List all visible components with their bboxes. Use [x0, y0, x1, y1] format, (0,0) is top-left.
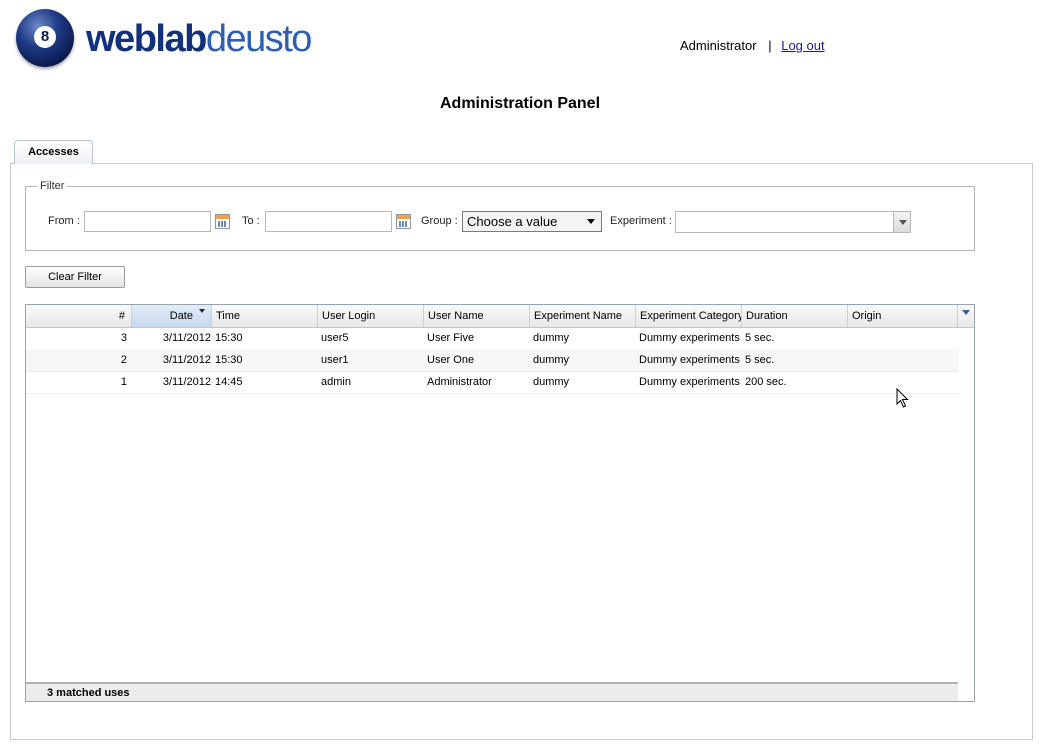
current-user: Administrator	[680, 38, 757, 53]
cell-time: 14:45	[215, 376, 243, 388]
experiment-combobox[interactable]	[675, 211, 911, 233]
cell-origin	[848, 349, 958, 371]
user-separator: |	[768, 38, 772, 53]
mouse-pointer-icon	[896, 388, 909, 408]
logo-ball-icon: 8	[16, 9, 74, 67]
cell-number: 3	[120, 332, 127, 344]
cell-duration: 5 sec.	[745, 332, 775, 344]
cell-date: 3/11/2012	[162, 376, 211, 388]
chevron-down-icon	[587, 219, 595, 224]
column-header-user-name[interactable]: User Name	[424, 305, 530, 327]
cell-user-name: Administrator	[427, 376, 492, 388]
cell-number: 2	[120, 354, 127, 366]
from-label: From :	[48, 215, 80, 227]
cell-duration: 200 sec.	[745, 376, 787, 388]
cell-time: 15:30	[215, 332, 243, 344]
cell-experiment-name: dummy	[533, 354, 570, 366]
from-date-input[interactable]	[84, 211, 211, 232]
column-header-date[interactable]: Date	[132, 305, 212, 327]
cell-user-name: User One	[427, 354, 475, 366]
filter-legend: Filter	[37, 180, 68, 192]
column-header-origin[interactable]: Origin	[848, 305, 958, 327]
group-select-value: Choose a value	[467, 214, 558, 229]
cell-user-login: user5	[321, 332, 349, 344]
column-header-number[interactable]: #	[26, 305, 132, 327]
calendar-icon[interactable]	[215, 214, 230, 229]
chevron-down-icon[interactable]	[893, 212, 910, 232]
logout-link[interactable]: Log out	[781, 38, 824, 53]
calendar-icon[interactable]	[396, 214, 411, 229]
experiment-label: Experiment :	[610, 215, 672, 227]
column-header-duration[interactable]: Duration	[742, 305, 848, 327]
cell-time: 15:30	[215, 354, 243, 366]
sort-desc-icon	[199, 309, 205, 313]
cell-experiment-name: dummy	[533, 332, 570, 344]
page-title: Administration Panel	[439, 95, 601, 112]
column-header-user-login[interactable]: User Login	[318, 305, 424, 327]
logo-text: weblabdeusto	[86, 13, 313, 65]
cell-experiment-category: Dummy experiments	[639, 376, 740, 388]
cell-user-name: User Five	[427, 332, 475, 344]
grid-status-bar: 3 matched uses	[26, 682, 958, 701]
logo-text-deusto: deusto	[205, 18, 313, 60]
grid-column-menu[interactable]	[958, 305, 974, 327]
cell-duration: 5 sec.	[745, 354, 775, 366]
table-row[interactable]: 1 3/11/2012 14:45 admin Administrator du…	[26, 371, 958, 394]
column-header-time[interactable]: Time	[212, 305, 318, 327]
tab-accesses[interactable]: Accesses	[14, 140, 93, 164]
cell-date: 3/11/2012	[162, 332, 211, 344]
logo-ball-number: 8	[34, 26, 56, 48]
cell-user-login: user1	[321, 354, 349, 366]
column-header-date-label: Date	[169, 310, 193, 322]
group-label: Group :	[421, 215, 458, 227]
cell-origin	[848, 327, 958, 349]
cell-experiment-category: Dummy experiments	[639, 354, 740, 366]
table-row[interactable]: 2 3/11/2012 15:30 user1 User One dummy D…	[26, 349, 958, 372]
to-date-input[interactable]	[265, 211, 392, 232]
cell-experiment-name: dummy	[533, 376, 570, 388]
logo-text-weblab: weblab	[86, 18, 207, 60]
clear-filter-button[interactable]: Clear Filter	[25, 266, 125, 288]
cell-experiment-category: Dummy experiments	[639, 332, 740, 344]
grid-header: # Date Time User Login User Name Experim…	[26, 305, 974, 328]
cell-user-login: admin	[321, 376, 351, 388]
group-select[interactable]: Choose a value	[462, 211, 602, 232]
chevron-down-icon	[962, 310, 970, 315]
column-header-experiment-name[interactable]: Experiment Name	[530, 305, 636, 327]
cell-number: 1	[120, 376, 127, 388]
user-area: Administrator | Log out	[680, 38, 825, 53]
cell-date: 3/11/2012	[162, 354, 211, 366]
to-label: To :	[242, 215, 260, 227]
column-header-experiment-category[interactable]: Experiment Category	[636, 305, 742, 327]
table-row[interactable]: 3 3/11/2012 15:30 user5 User Five dummy …	[26, 327, 958, 350]
